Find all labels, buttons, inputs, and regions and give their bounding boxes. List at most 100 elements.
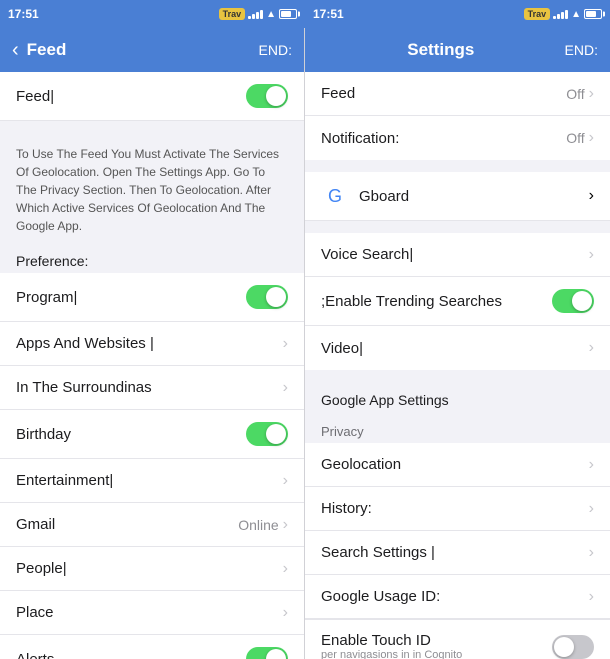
voice-search-chevron: ›: [589, 246, 594, 264]
feed-toggle[interactable]: [246, 84, 288, 108]
feed-chevron: ›: [589, 85, 594, 103]
history-label: History:: [321, 500, 589, 517]
apps-websites-chevron: ›: [283, 335, 288, 353]
birthday-item[interactable]: Birthday: [0, 410, 304, 459]
notification-item[interactable]: Notification: Off ›: [305, 116, 610, 160]
gboard-chevron: ›: [589, 187, 594, 205]
back-button[interactable]: ‹: [12, 39, 19, 62]
birthday-label: Birthday: [16, 426, 246, 443]
rsig3: [561, 12, 564, 19]
search-settings-item[interactable]: Search Settings | ›: [305, 531, 610, 575]
alerts-toggle[interactable]: [246, 647, 288, 659]
status-icons-left: Trav ▲: [219, 8, 297, 20]
people-label: People|: [16, 560, 283, 577]
feed-item[interactable]: Feed Off ›: [305, 72, 610, 116]
notification-label: Notification:: [321, 130, 566, 147]
surroundings-label: In The Surroundinas: [16, 379, 283, 396]
right-panel: Settings END: Feed Off › Notification: O…: [305, 28, 610, 659]
place-item[interactable]: Place ›: [0, 591, 304, 635]
privacy-section-header: Privacy: [305, 416, 610, 443]
rsig4: [565, 10, 568, 19]
trending-toggle[interactable]: [552, 289, 594, 313]
program-label: Program|: [16, 289, 246, 306]
right-nav-bar: Settings END:: [305, 28, 610, 72]
entertainment-item[interactable]: Entertainment| ›: [0, 459, 304, 503]
sig1: [248, 16, 251, 19]
right-nav-end: END:: [565, 42, 598, 58]
touch-id-item[interactable]: Enable Touch ID per navigasions in in Co…: [305, 619, 610, 659]
video-label: Video|: [321, 340, 589, 357]
battery-fill-left: [281, 11, 291, 17]
search-settings-label: Search Settings |: [321, 544, 589, 561]
wifi-icon-right: ▲: [571, 9, 581, 20]
trending-item[interactable]: ;Enable Trending Searches: [305, 277, 610, 326]
program-toggle[interactable]: [246, 285, 288, 309]
people-item[interactable]: People| ›: [0, 547, 304, 591]
voice-search-item[interactable]: Voice Search| ›: [305, 233, 610, 277]
alerts-knob: [266, 649, 286, 659]
trending-label: ;Enable Trending Searches: [321, 293, 552, 310]
entertainment-label: Entertainment|: [16, 472, 283, 489]
battery-icon-right: [584, 9, 602, 19]
apps-websites-label: Apps And Websites |: [16, 335, 283, 352]
video-item[interactable]: Video| ›: [305, 326, 610, 370]
program-knob: [266, 287, 286, 307]
gboard-item[interactable]: G Gboard ›: [305, 172, 610, 221]
surroundings-item[interactable]: In The Surroundinas ›: [0, 366, 304, 410]
time-left: 17:51: [8, 7, 39, 21]
geolocation-label: Geolocation: [321, 456, 589, 473]
right-scroll[interactable]: Feed Off › Notification: Off › G: [305, 72, 610, 659]
signal-bars-right: [553, 9, 568, 19]
touch-id-label: Enable Touch ID: [321, 632, 552, 649]
status-bars: 17:51 Trav ▲ 17:51 Trav ▲: [0, 0, 610, 28]
touch-id-text-group: Enable Touch ID per navigasions in in Co…: [321, 632, 552, 659]
geolocation-item[interactable]: Geolocation ›: [305, 443, 610, 487]
sig2: [252, 14, 255, 19]
birthday-toggle[interactable]: [246, 422, 288, 446]
sig4: [260, 10, 263, 19]
history-chevron: ›: [589, 500, 594, 518]
feed-notification-group: Feed Off › Notification: Off ›: [305, 72, 610, 160]
feed-toggle-label: Feed|: [16, 88, 246, 105]
touch-id-knob: [554, 637, 574, 657]
entertainment-chevron: ›: [283, 472, 288, 490]
battery-icon-left: [279, 9, 297, 19]
wifi-icon-left: ▲: [266, 9, 276, 20]
birthday-knob: [266, 424, 286, 444]
apps-websites-item[interactable]: Apps And Websites | ›: [0, 322, 304, 366]
gmail-item[interactable]: Gmail Online ›: [0, 503, 304, 547]
search-group: Voice Search| › ;Enable Trending Searche…: [305, 233, 610, 370]
right-nav-title: Settings: [317, 40, 565, 60]
alerts-label: Alerts: [16, 651, 246, 659]
program-item[interactable]: Program|: [0, 273, 304, 322]
status-bar-right: 17:51 Trav ▲: [305, 0, 610, 28]
search-settings-chevron: ›: [589, 544, 594, 562]
gmail-label: Gmail: [16, 516, 238, 533]
preference-list: Program| Apps And Websites | › In The Su…: [0, 273, 304, 659]
svg-text:G: G: [328, 186, 342, 206]
status-bar-left: 17:51 Trav ▲: [0, 0, 305, 28]
touch-id-toggle[interactable]: [552, 635, 594, 659]
alerts-item[interactable]: Alerts: [0, 635, 304, 659]
google-usage-id-item[interactable]: Google Usage ID: ›: [305, 575, 610, 619]
history-item[interactable]: History: ›: [305, 487, 610, 531]
battery-fill-right: [586, 11, 596, 17]
privacy-group: Geolocation › History: › Search Settings…: [305, 443, 610, 659]
surroundings-chevron: ›: [283, 379, 288, 397]
place-label: Place: [16, 604, 283, 621]
gboard-group: G Gboard ›: [305, 172, 610, 221]
left-nav-end: END:: [259, 42, 292, 58]
notification-chevron: ›: [589, 129, 594, 147]
notification-value: Off: [566, 130, 584, 146]
left-panel: ‹ Feed END: Feed| To Use The Feed You Mu…: [0, 28, 305, 659]
main-content: ‹ Feed END: Feed| To Use The Feed You Mu…: [0, 28, 610, 659]
google-usage-id-chevron: ›: [589, 588, 594, 606]
gboard-icon: G: [321, 182, 349, 210]
status-icons-right: Trav ▲: [524, 8, 602, 20]
left-scroll[interactable]: Feed| To Use The Feed You Must Activate …: [0, 72, 304, 659]
touch-id-sublabel: per navigasions in in Cognito: [321, 649, 552, 659]
google-app-settings-label: Google App Settings: [305, 382, 610, 416]
feed-toggle-group: Feed|: [0, 72, 304, 121]
video-chevron: ›: [589, 339, 594, 357]
rsig2: [557, 14, 560, 19]
